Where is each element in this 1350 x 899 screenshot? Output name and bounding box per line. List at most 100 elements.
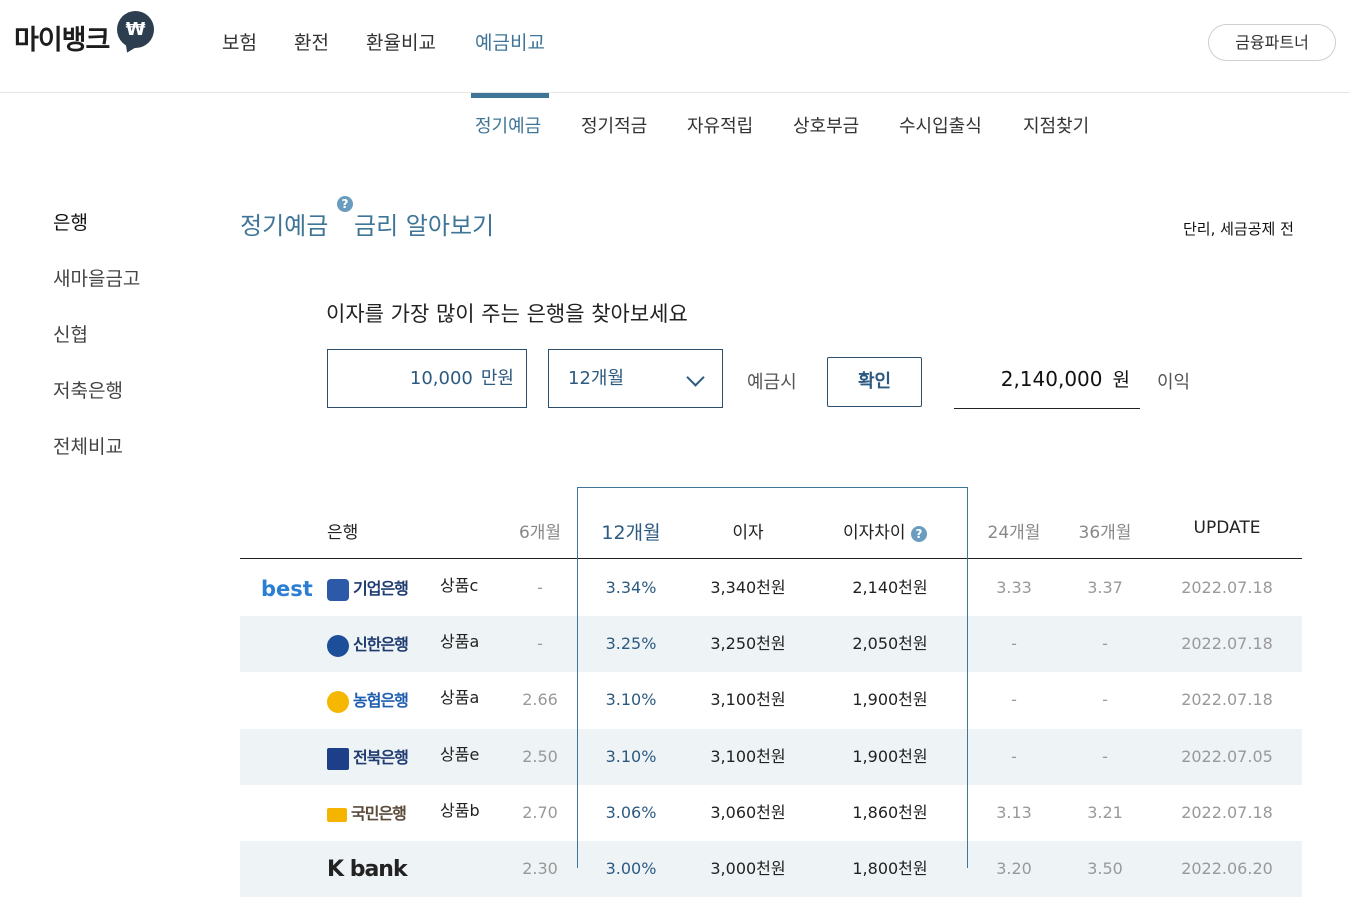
rate-6m: 2.50 <box>522 747 558 766</box>
update-date: 2022.07.18 <box>1181 634 1273 653</box>
subnav-installment[interactable]: 정기적금 <box>581 112 647 138</box>
amount-value: 10,000 <box>409 368 473 389</box>
interest-amount: 3,340천원 <box>710 578 786 597</box>
page-title: 정기예금 ? 금리 알아보기 <box>240 196 494 241</box>
interest-amount: 3,100천원 <box>710 690 786 709</box>
interest-diff: 2,050천원 <box>852 634 928 653</box>
shinhan-logo-icon <box>327 634 349 657</box>
subnav-branch-finder[interactable]: 지점찾기 <box>1023 112 1089 138</box>
sidebar-item-savings-bank[interactable]: 저축은행 <box>53 376 123 403</box>
interest-diff: 1,900천원 <box>852 690 928 709</box>
col-header-12m[interactable]: 12개월 <box>585 518 677 545</box>
sidebar-item-all-compare[interactable]: 전체비교 <box>53 432 123 459</box>
update-date: 2022.07.05 <box>1181 747 1273 766</box>
col-header-bank: 은행 <box>327 523 359 543</box>
help-icon[interactable]: ? <box>337 196 353 212</box>
subnav-term-deposit[interactable]: 정기예금 <box>475 112 541 138</box>
nav-exchange[interactable]: 환전 <box>294 28 329 55</box>
product-name: 상품c <box>440 576 479 595</box>
bank-logo-kookmin: 국민은행 <box>327 785 407 841</box>
sidebar-item-bank[interactable]: 은행 <box>53 208 88 235</box>
product-name: 상품a <box>440 632 480 651</box>
sidebar-item-shinhyup[interactable]: 신협 <box>53 320 88 347</box>
col-header-24m[interactable]: 24개월 <box>974 518 1054 543</box>
bank-logo-shinhan: 신한은행 <box>327 616 409 672</box>
rate-24m: 3.33 <box>996 578 1032 597</box>
interest-amount: 3,250천원 <box>710 634 786 653</box>
rate-12m: 3.34% <box>605 578 657 597</box>
search-prompt: 이자를 가장 많이 주는 은행을 찾아보세요 <box>326 302 688 326</box>
logo[interactable]: 마이뱅크 <box>14 18 110 57</box>
nav-rate-compare[interactable]: 환율비교 <box>366 28 436 55</box>
rate-36m: 3.50 <box>1087 859 1123 878</box>
table-row[interactable]: K bank 2.30 3.00% 3,000천원 1,800천원 3.20 3… <box>240 841 1302 897</box>
interest-amount: 3,100천원 <box>710 747 786 766</box>
page-title-main: 정기예금 <box>240 212 329 240</box>
col-header-update: UPDATE <box>1193 518 1261 538</box>
nav-insurance[interactable]: 보험 <box>222 28 257 55</box>
subnav-mutual-savings[interactable]: 상호부금 <box>793 112 859 138</box>
rate-6m: - <box>537 578 543 597</box>
table-row[interactable]: 전북은행 상품e 2.50 3.10% 3,100천원 1,900천원 - - … <box>240 729 1302 785</box>
ibk-logo-icon <box>327 578 349 601</box>
confirm-button[interactable]: 확인 <box>827 357 922 407</box>
amount-unit: 만원 <box>480 368 514 389</box>
nonghyup-logo-icon <box>327 690 349 713</box>
subnav-active-indicator <box>471 93 549 98</box>
rate-36m: - <box>1102 690 1108 709</box>
rate-36m: - <box>1102 747 1108 766</box>
rate-24m: 3.13 <box>996 803 1032 822</box>
rate-6m: 2.30 <box>522 859 558 878</box>
rate-36m: 3.21 <box>1087 803 1123 822</box>
amount-input[interactable]: 10,000 만원 <box>327 349 527 408</box>
col-header-diff: 이자차이 ? <box>830 518 940 543</box>
bank-logo-ibk: 기업은행 <box>327 560 409 616</box>
rate-24m: - <box>1011 747 1017 766</box>
chevron-down-icon <box>686 368 705 387</box>
jeonbuk-logo-icon <box>327 747 349 770</box>
table-row[interactable]: 농협은행 상품a 2.66 3.10% 3,100천원 1,900천원 - - … <box>240 672 1302 728</box>
table-row[interactable]: 국민은행 상품b 2.70 3.06% 3,060천원 1,860천원 3.13… <box>240 785 1302 841</box>
kookmin-logo-icon <box>327 807 347 822</box>
rate-6m: - <box>537 634 543 653</box>
help-icon[interactable]: ? <box>910 526 927 542</box>
subnav-demand-deposit[interactable]: 수시입출식 <box>899 112 982 138</box>
interest-diff: 1,900천원 <box>852 747 928 766</box>
profit-label: 이익 <box>1157 372 1191 393</box>
update-date: 2022.07.18 <box>1181 578 1273 597</box>
rate-24m: - <box>1011 634 1017 653</box>
table-row[interactable]: 신한은행 상품a - 3.25% 3,250천원 2,050천원 - - 202… <box>240 616 1302 672</box>
period-selected-value: 12개월 <box>568 368 625 389</box>
table-header-divider <box>240 558 1302 559</box>
sidebar-item-saemaeul[interactable]: 새마을금고 <box>53 264 140 291</box>
col-header-36m[interactable]: 36개월 <box>1065 518 1145 543</box>
rate-12m: 3.10% <box>605 747 657 766</box>
rate-6m: 2.70 <box>522 803 558 822</box>
interest-diff: 1,800천원 <box>852 859 928 878</box>
finance-partner-button[interactable]: 금융파트너 <box>1208 24 1336 61</box>
subnav-free-savings[interactable]: 자유적립 <box>687 112 753 138</box>
tax-note: 단리, 세금공제 전 <box>1183 220 1294 238</box>
result-unit: 원 <box>1112 369 1130 391</box>
period-select[interactable]: 12개월 <box>548 349 723 408</box>
table-row[interactable]: best 기업은행 상품c - 3.34% 3,340천원 2,140천원 3.… <box>240 560 1302 616</box>
rate-12m: 3.25% <box>605 634 657 653</box>
interest-amount: 3,060천원 <box>710 803 786 822</box>
rate-12m: 3.10% <box>605 690 657 709</box>
update-date: 2022.07.18 <box>1181 690 1273 709</box>
rate-24m: 3.20 <box>996 859 1032 878</box>
best-badge: best <box>261 577 313 601</box>
rate-12m: 3.00% <box>605 859 657 878</box>
col-header-6m[interactable]: 6개월 <box>505 518 575 543</box>
nav-deposit-compare[interactable]: 예금비교 <box>475 28 545 55</box>
product-name: 상품b <box>440 801 480 820</box>
result-amount: 2,140,000 원 <box>954 358 1140 409</box>
bank-logo-kbank: K bank <box>327 857 408 882</box>
interest-diff: 2,140천원 <box>852 578 928 597</box>
top-header: 마이뱅크 ₩ 보험 환전 환율비교 예금비교 금융파트너 <box>0 0 1350 93</box>
update-date: 2022.07.18 <box>1181 803 1273 822</box>
rate-24m: - <box>1011 690 1017 709</box>
update-date: 2022.06.20 <box>1181 859 1273 878</box>
product-name: 상품e <box>440 745 480 764</box>
rate-36m: - <box>1102 634 1108 653</box>
